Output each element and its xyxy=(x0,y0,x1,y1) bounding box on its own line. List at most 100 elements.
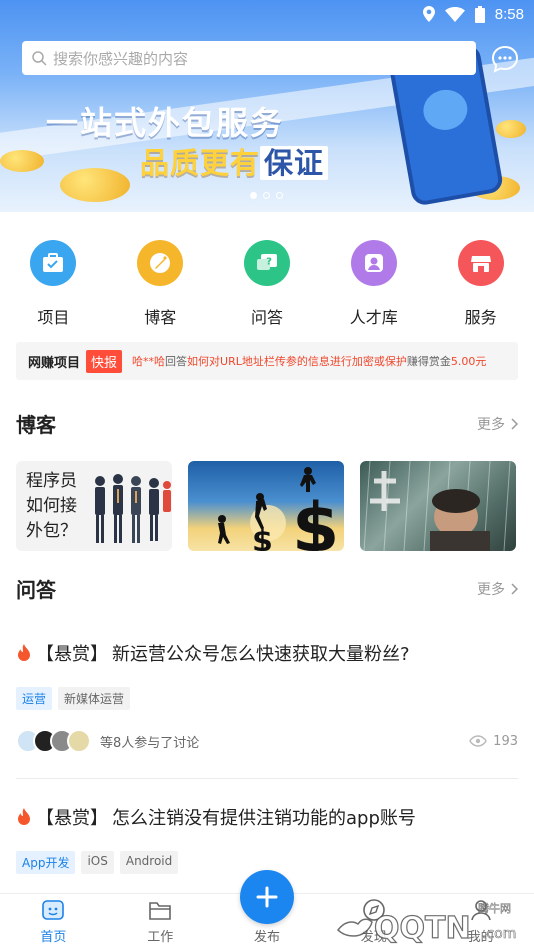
qa-prefix: 【悬赏】 xyxy=(36,644,108,665)
qa-icon: ? xyxy=(243,240,290,286)
banner-title: 一站式外包服务 xyxy=(46,104,285,142)
ticker-title: 网赚项目 xyxy=(28,355,81,371)
svg-text:?: ? xyxy=(266,257,272,268)
section-title: 博客 xyxy=(16,413,56,437)
business-people-illustration xyxy=(95,474,171,543)
eye-icon xyxy=(469,735,487,747)
fire-icon xyxy=(18,808,30,825)
nav-label: 问答 xyxy=(250,308,283,327)
nav-label: 服务 xyxy=(464,308,497,327)
svg-text:$: $ xyxy=(292,489,339,551)
coin-decoration xyxy=(60,168,130,202)
clock-time: 8:58 xyxy=(494,5,524,23)
service-icon xyxy=(457,240,504,286)
qa-question: 新运营公众号怎么快速获取大量粉丝? xyxy=(112,644,410,665)
qa-item-title[interactable]: 【悬赏】 怎么注销没有提供注销功能的app账号 xyxy=(16,804,416,830)
divider xyxy=(16,778,518,779)
blog-card[interactable]: 程序员 如何接 外包？ xyxy=(16,461,172,551)
banner-subtitle: 品质更有 保证 xyxy=(140,140,329,182)
tag-chip[interactable]: 运营 xyxy=(16,687,53,710)
nav-label: 博客 xyxy=(144,308,177,327)
tag-chip[interactable]: 新媒体运营 xyxy=(58,687,131,710)
nav-item-project[interactable]: 项目 xyxy=(0,240,107,328)
qa-more-link[interactable]: 更多 xyxy=(477,579,518,599)
movie-still-image xyxy=(363,461,511,551)
qa-item-title[interactable]: 【悬赏】 新运营公众号怎么快速获取大量粉丝? xyxy=(16,640,410,666)
blog-card[interactable] xyxy=(360,461,516,551)
blog-card-line: 程序员 xyxy=(26,471,77,491)
banner-subtitle-part1: 品质更有 xyxy=(140,146,261,180)
search-icon xyxy=(32,50,47,66)
qa-tags: App开发 iOS Android xyxy=(16,851,179,874)
tab-label: 首页 xyxy=(40,930,67,945)
chevron-right-icon xyxy=(511,582,518,595)
qa-prefix: 【悬赏】 xyxy=(36,808,108,829)
chat-bubble-icon xyxy=(491,45,519,73)
ticker-verb: 回答 xyxy=(165,355,188,368)
qa-section-header: 问答 更多 xyxy=(16,574,518,603)
message-button[interactable] xyxy=(490,44,522,76)
promo-banner[interactable]: 一站式外包服务 品质更有 保证 xyxy=(0,0,534,212)
blog-section-header: 博客 更多 xyxy=(16,409,518,438)
participants-text: 等8人参与了讨论 xyxy=(100,735,200,751)
success-silhouette-image: $ $ xyxy=(218,467,339,551)
ticker-question: 如何对URL地址栏传参的信息进行加密或保护 xyxy=(187,355,407,368)
nav-item-service[interactable]: 服务 xyxy=(427,240,534,328)
tag-chip[interactable]: Android xyxy=(119,851,179,874)
svg-text:$: $ xyxy=(252,524,273,551)
fire-icon xyxy=(18,644,30,661)
search-placeholder: 搜索你感兴趣的内容 xyxy=(53,49,189,68)
tag-chip[interactable]: App开发 xyxy=(16,851,76,874)
view-count: 193 xyxy=(469,734,518,749)
tab-discover[interactable]: 发现 xyxy=(320,894,427,949)
tab-label: 发现 xyxy=(360,930,387,945)
tab-label: 工作 xyxy=(147,930,174,945)
ticker-user: 哈**哈 xyxy=(132,355,166,368)
home-icon xyxy=(42,900,65,920)
tab-work[interactable]: 工作 xyxy=(107,894,214,949)
chevron-right-icon xyxy=(511,417,518,430)
project-icon xyxy=(30,240,77,286)
qa-meta: 等8人参与了讨论 193 xyxy=(16,729,518,753)
carousel-dot[interactable] xyxy=(276,192,283,199)
nav-label: 人才库 xyxy=(349,308,398,327)
banner-subtitle-part2: 保证 xyxy=(260,146,329,180)
ticker-message: 哈**哈回答如何对URL地址栏传参的信息进行加密或保护赚得赏金5.00元 xyxy=(132,353,486,369)
ticker-amount: 5.00元 xyxy=(450,355,487,368)
app-screen: 一站式外包服务 品质更有 保证 8:58 搜索你感兴趣的内容 项目 博客 ? 问… xyxy=(0,0,534,949)
carousel-dot[interactable] xyxy=(263,192,270,199)
view-count-value: 193 xyxy=(493,733,518,749)
ticker-badge: 快报 xyxy=(86,349,123,373)
qa-tags: 运营 新媒体运营 xyxy=(16,687,131,710)
news-ticker[interactable]: 网赚项目 快报 哈**哈回答如何对URL地址栏传参的信息进行加密或保护赚得赏金5… xyxy=(16,342,518,380)
carousel-dot[interactable] xyxy=(250,192,257,199)
user-icon xyxy=(470,900,491,921)
nav-item-qa[interactable]: ? 问答 xyxy=(214,240,321,328)
compass-icon xyxy=(362,899,385,921)
tab-label: 我的 xyxy=(467,930,494,945)
tag-chip[interactable]: iOS xyxy=(81,851,114,874)
nav-item-blog[interactable]: 博客 xyxy=(107,240,214,328)
more-label: 更多 xyxy=(477,581,505,598)
location-icon xyxy=(422,6,435,22)
tab-home[interactable]: 首页 xyxy=(0,894,107,949)
section-title: 问答 xyxy=(16,578,56,602)
talent-icon xyxy=(350,240,397,286)
blog-icon xyxy=(137,240,184,286)
folder-icon xyxy=(149,902,171,920)
blog-more-link[interactable]: 更多 xyxy=(477,414,518,434)
tab-label: 发布 xyxy=(253,930,280,945)
blog-carousel[interactable]: 程序员 如何接 外包？ $ $ xyxy=(16,461,516,551)
search-input[interactable]: 搜索你感兴趣的内容 xyxy=(22,41,476,75)
tab-profile[interactable]: 我的 xyxy=(427,894,534,949)
blog-card-line: 如何接 xyxy=(26,496,77,516)
carousel-dots[interactable] xyxy=(250,192,283,199)
wifi-icon xyxy=(444,6,465,22)
avatar xyxy=(67,729,91,753)
battery-icon xyxy=(474,5,485,23)
ticker-earned: 赚得赏金 xyxy=(406,355,451,368)
category-nav: 项目 博客 ? 问答 人才库 服务 xyxy=(0,240,534,328)
nav-item-talent[interactable]: 人才库 xyxy=(320,240,427,328)
blog-card[interactable]: $ $ xyxy=(188,461,344,551)
publish-fab-button[interactable] xyxy=(240,870,294,924)
